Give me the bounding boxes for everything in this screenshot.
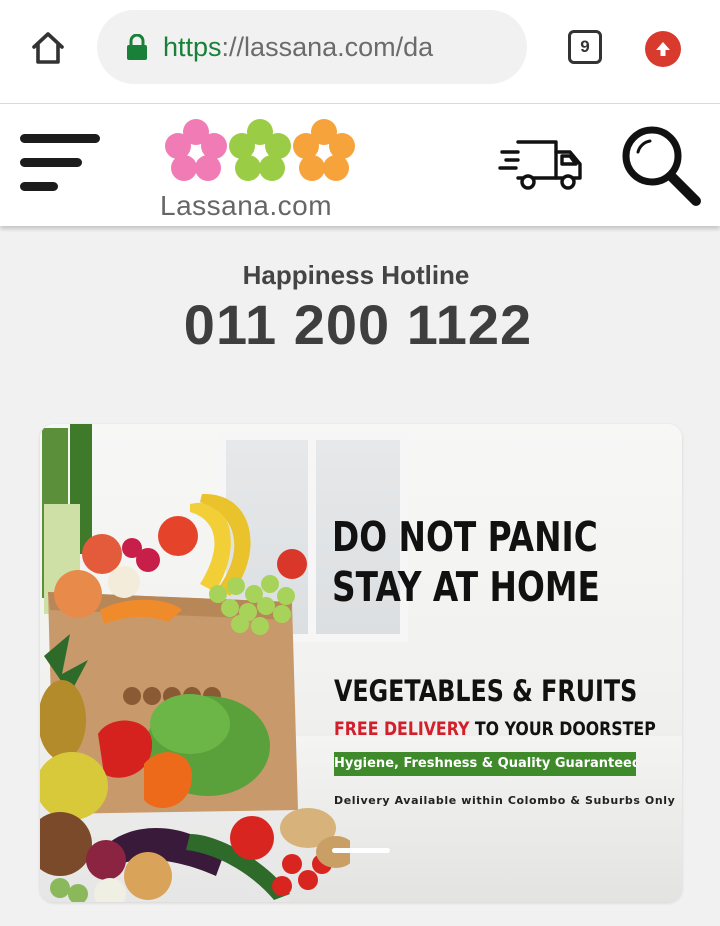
- tab-count: 9: [580, 37, 590, 56]
- lock-icon: [127, 34, 147, 60]
- banner-subhead: VEGETABLES & FRUITS: [334, 674, 638, 708]
- menu-icon-bar: [20, 182, 58, 191]
- address-bar[interactable]: https://lassana.com/da: [97, 10, 527, 84]
- menu-button[interactable]: [20, 134, 104, 194]
- logo-text: Lassana.com: [160, 190, 333, 221]
- headline-line-2: STAY AT HOME: [332, 563, 600, 611]
- tab-switcher-button[interactable]: 9: [568, 30, 602, 64]
- flower-logo-icon: [165, 119, 355, 181]
- search-icon: [622, 126, 701, 206]
- url-path: ://lassana.com/da: [221, 31, 434, 62]
- search-button[interactable]: [618, 124, 704, 210]
- banner-headline: DO NOT PANIC STAY AT HOME: [332, 512, 600, 612]
- free-delivery-text: FREE DELIVERY: [334, 718, 470, 740]
- site-logo[interactable]: Lassana.com: [158, 110, 364, 222]
- headline-line-1: DO NOT PANIC: [332, 513, 598, 561]
- site-header: Lassana.com: [0, 104, 720, 226]
- promo-banner[interactable]: DO NOT PANIC STAY AT HOME VEGETABLES & F…: [40, 424, 682, 902]
- browser-toolbar: https://lassana.com/da 9: [0, 0, 720, 104]
- home-button[interactable]: [22, 26, 74, 70]
- menu-icon-bar: [20, 158, 82, 167]
- doorstep-text: TO YOUR DOORSTEP: [469, 718, 656, 740]
- delivery-truck-icon: [498, 140, 582, 190]
- grocery-bag-image: [40, 424, 350, 902]
- delivery-area-note: Delivery Available within Colombo & Subu…: [334, 794, 676, 807]
- menu-icon: [20, 134, 100, 143]
- delivery-tagline: FREE DELIVERY TO YOUR DOORSTEP: [334, 718, 656, 740]
- hotline-label: Happiness Hotline: [242, 260, 470, 290]
- quality-badge: Hygiene, Freshness & Quality Guaranteed: [334, 752, 636, 776]
- carousel-indicator[interactable]: [332, 848, 390, 853]
- home-icon: [32, 32, 64, 64]
- update-button[interactable]: [645, 31, 681, 67]
- hotline-number[interactable]: 011 200 1122: [0, 292, 716, 357]
- url-text: https://lassana.com/da: [163, 32, 503, 63]
- update-arrow-icon: [656, 42, 670, 56]
- delivery-button[interactable]: [498, 132, 586, 196]
- url-scheme: https: [163, 31, 222, 62]
